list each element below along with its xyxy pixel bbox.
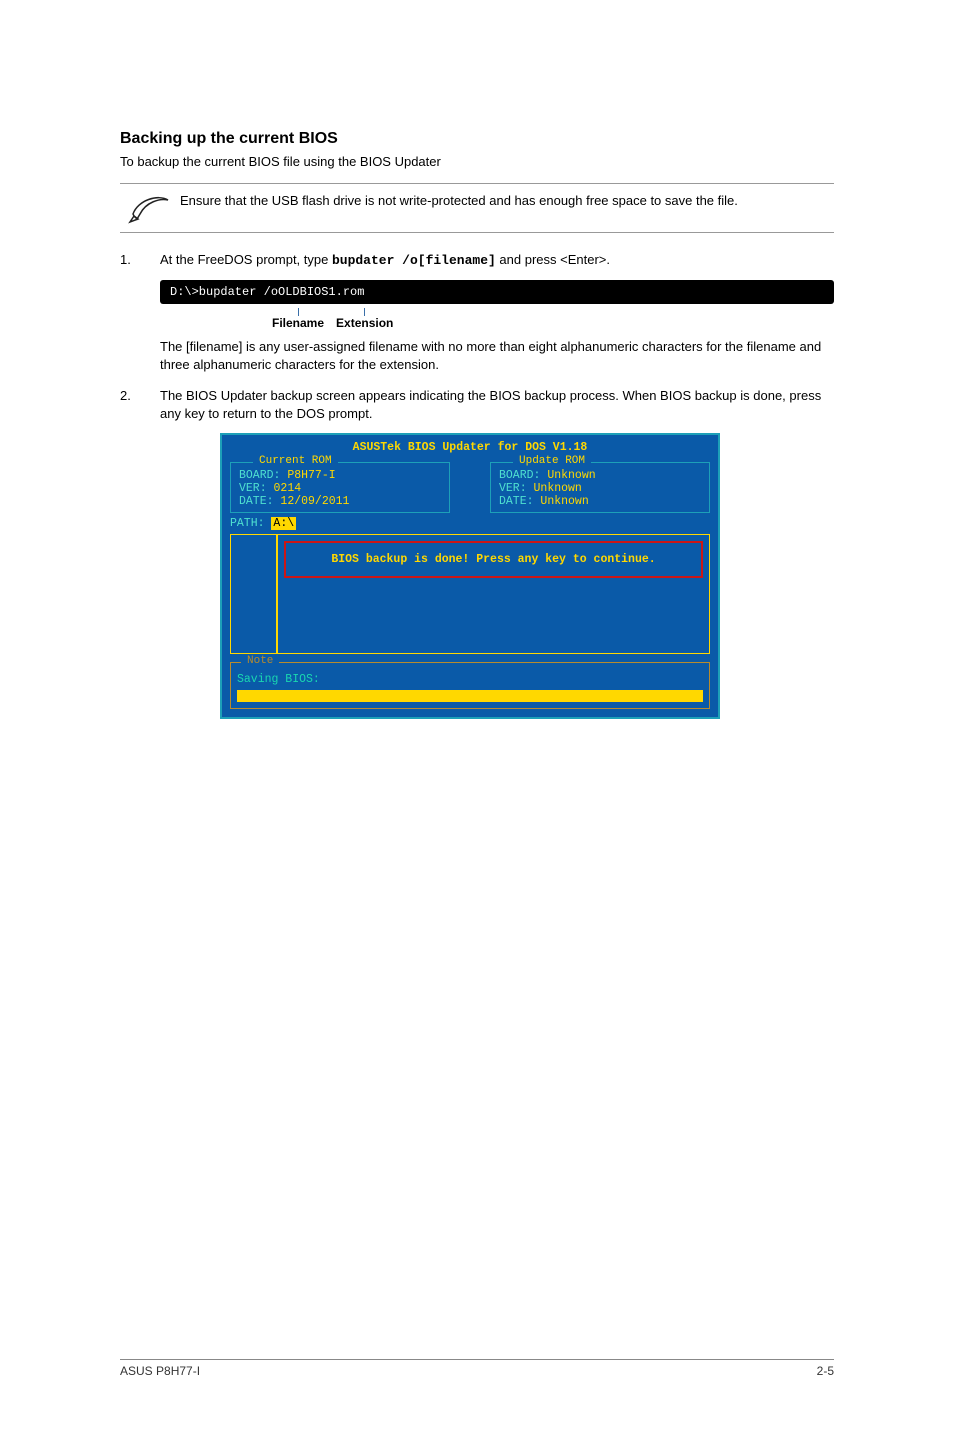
upd-ver-label: VER: [499,482,534,495]
upd-board-label: BOARD: [499,469,547,482]
bios-updater-screen: ASUSTek BIOS Updater for DOS V1.18 Curre… [220,433,720,719]
filename-label: Filename [272,316,324,330]
step-1: 1. At the FreeDOS prompt, type bupdater … [120,251,834,270]
file-left-panel [230,534,278,654]
note-block: Ensure that the USB flash drive is not w… [120,183,834,233]
cur-board-value: P8H77-I [287,469,335,482]
update-rom-panel: Update ROM BOARD: Unknown VER: Unknown D… [490,462,710,513]
upd-date-label: DATE: [499,495,540,508]
bios-title: ASUSTek BIOS Updater for DOS V1.18 [230,441,710,454]
upd-ver-value: Unknown [534,482,582,495]
section-heading: Backing up the current BIOS [120,130,834,148]
step-2-number: 2. [120,387,160,423]
current-rom-panel: Current ROM BOARD: P8H77-I VER: 0214 DAT… [230,462,450,513]
step-1-number: 1. [120,251,160,270]
page-footer: ASUS P8H77-I 2-5 [120,1359,834,1378]
step-1-cmd: bupdater /o[filename] [332,253,496,268]
footer-right: 2-5 [817,1364,834,1378]
filename-tick-icon [298,308,299,316]
step-1-sub: The [filename] is any user-assigned file… [160,338,834,374]
step-1-text-a: At the FreeDOS prompt, type [160,252,332,267]
step-1-text-b: and press <Enter>. [496,252,610,267]
path-value: A:\ [271,517,296,530]
bios-note-legend: Note [241,655,279,667]
extension-label: Extension [336,316,393,330]
upd-date-value: Unknown [540,495,588,508]
path-label: PATH: [230,517,271,530]
filename-labels: Filename Extension [160,308,834,330]
code-line: D:\>bupdater /oOLDBIOS1.rom [160,280,834,304]
note-text: Ensure that the USB flash drive is not w… [180,192,834,210]
step-2-body: The BIOS Updater backup screen appears i… [160,387,834,423]
bios-note-area: Note Saving BIOS: [230,662,710,709]
step-2: 2. The BIOS Updater backup screen appear… [120,387,834,423]
update-rom-legend: Update ROM [513,455,591,467]
file-right-panel: BIOS backup is done! Press any key to co… [278,534,710,654]
cur-ver-value: 0214 [274,482,302,495]
cur-board-label: BOARD: [239,469,287,482]
cur-date-value: 12/09/2011 [280,495,349,508]
path-line: PATH: A:\ [230,517,710,530]
step-1-body: At the FreeDOS prompt, type bupdater /o[… [160,251,834,270]
code-box: D:\>bupdater /oOLDBIOS1.rom [160,280,834,304]
cur-ver-label: VER: [239,482,274,495]
progress-bar [237,690,703,702]
extension-tick-icon [364,308,365,316]
section-lead: To backup the current BIOS file using th… [120,154,834,169]
cur-date-label: DATE: [239,495,280,508]
current-rom-legend: Current ROM [253,455,338,467]
note-pen-icon [120,192,180,224]
backup-done-message: BIOS backup is done! Press any key to co… [284,541,703,578]
file-area: BIOS backup is done! Press any key to co… [230,534,710,654]
upd-board-value: Unknown [547,469,595,482]
footer-left: ASUS P8H77-I [120,1364,200,1378]
saving-label: Saving BIOS: [237,673,703,686]
